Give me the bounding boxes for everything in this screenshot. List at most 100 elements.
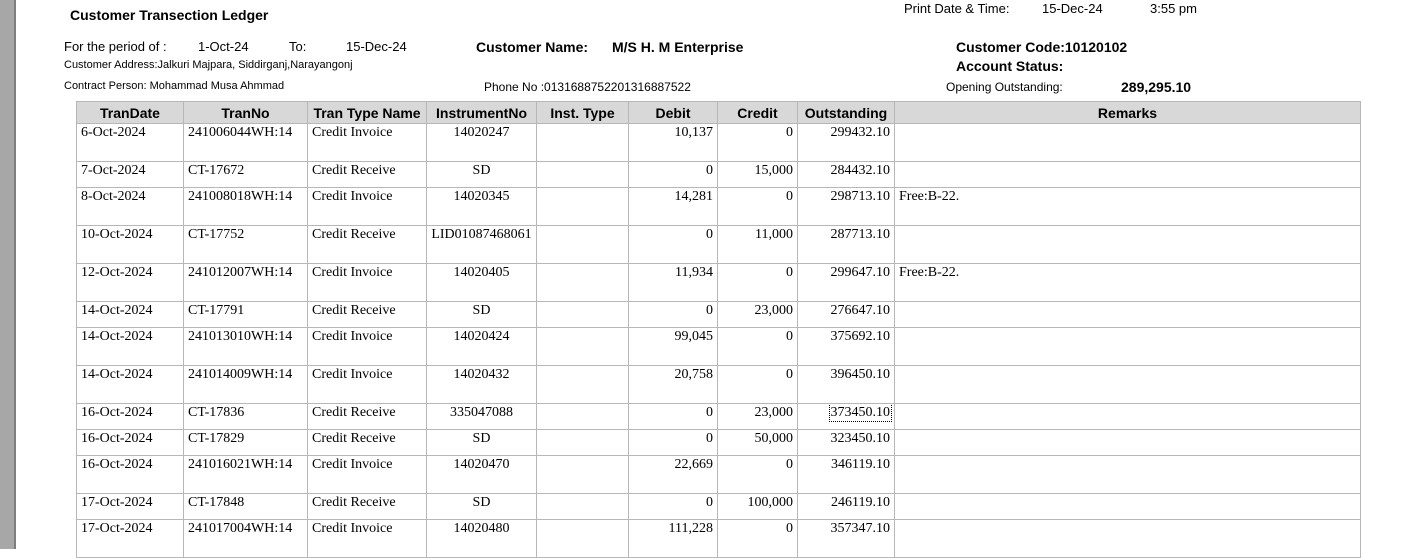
cell-tran-type: Credit Receive (307, 225, 427, 264)
cell-debit-text: 99,045 (674, 329, 714, 344)
cell-instrument-no: 14020470 (426, 455, 537, 494)
cell-trandate-text: 10-Oct-2024 (81, 227, 153, 242)
cell-instrument-no: 14020247 (426, 123, 537, 162)
cell-outstanding-text: 396450.10 (830, 367, 891, 382)
header-inst-type: Inst. Type (536, 101, 629, 124)
cell-remarks (894, 301, 1361, 328)
table-row: 16-Oct-2024 CT-17836 Credit Receive 3350470… (76, 403, 1361, 430)
cell-outstanding-text: 373450.10 (828, 404, 892, 422)
table-row: 8-Oct-2024 241008018WH:14 Credit Invoice 14… (76, 187, 1361, 226)
cell-credit-text: 23,000 (754, 405, 794, 420)
account-status: Account Status: (956, 58, 1064, 74)
cell-outstanding: 276647.10 (797, 301, 895, 328)
cell-debit: 0 (628, 429, 718, 456)
cell-trandate: 7-Oct-2024 (76, 161, 184, 188)
cell-tranno-text: CT-17836 (188, 405, 245, 420)
opening-outstanding-label: Opening Outstanding: (946, 80, 1063, 94)
cell-outstanding: 323450.10 (797, 429, 895, 456)
cell-credit: 0 (717, 365, 798, 404)
cell-instrument-no-text: 14020424 (453, 329, 510, 344)
cell-tranno-text: CT-17848 (188, 495, 245, 510)
cell-trandate: 14-Oct-2024 (76, 365, 184, 404)
cell-instrument-no-text: SD (472, 495, 491, 510)
period-from: 1-Oct-24 (198, 39, 249, 54)
cell-instrument-no-text: SD (472, 163, 491, 178)
cell-debit-text: 20,758 (674, 367, 714, 382)
cell-tranno: CT-17829 (183, 429, 308, 456)
cell-tran-type: Credit Invoice (307, 455, 427, 494)
cell-remarks: Free:B-22. (894, 187, 1361, 226)
cell-tranno: 241013010WH:14 (183, 327, 308, 366)
cell-inst-type (536, 327, 629, 366)
cell-trandate-text: 8-Oct-2024 (81, 189, 146, 204)
cell-inst-type (536, 225, 629, 264)
cell-instrument-no: LID01087468061 (426, 225, 537, 264)
cell-credit: 0 (717, 455, 798, 494)
cell-instrument-no: 14020480 (426, 519, 537, 558)
header-tranno: TranNo (183, 101, 308, 124)
cell-credit-text: 0 (786, 189, 793, 204)
cell-instrument-no-text: 14020247 (453, 125, 510, 140)
cell-remarks (894, 327, 1361, 366)
cell-trandate-text: 14-Oct-2024 (81, 303, 153, 318)
cell-instrument-no: SD (426, 429, 537, 456)
cell-trandate: 12-Oct-2024 (76, 263, 184, 302)
cell-debit: 10,137 (628, 123, 718, 162)
cell-tranno: 241006044WH:14 (183, 123, 308, 162)
cell-debit-text: 0 (706, 163, 713, 178)
cell-tran-type: Credit Receive (307, 493, 427, 520)
cell-tran-type: Credit Invoice (307, 365, 427, 404)
header-tran-type-name: Tran Type Name (307, 101, 427, 124)
cell-credit-text: 23,000 (754, 303, 794, 318)
cell-trandate-text: 14-Oct-2024 (81, 329, 153, 344)
table-row: 16-Oct-2024 CT-17829 Credit Receive SD 0 50,0… (76, 429, 1361, 456)
cell-inst-type (536, 263, 629, 302)
cell-tranno: 241012007WH:14 (183, 263, 308, 302)
cell-outstanding-text: 357347.10 (830, 521, 891, 536)
cell-tranno: 241014009WH:14 (183, 365, 308, 404)
cell-tranno-text: 241008018WH:14 (188, 189, 293, 204)
contact-person: Contract Person: Mohammad Musa Ahmmad (64, 80, 285, 92)
cell-credit: 50,000 (717, 429, 798, 456)
customer-address: Customer Address:Jalkuri Majpara, Siddir… (64, 59, 353, 71)
table-row: 16-Oct-2024 241016021WH:14 Credit Invoice 1… (76, 455, 1361, 494)
cell-outstanding-text: 298713.10 (830, 189, 891, 204)
cell-credit-text: 0 (786, 329, 793, 344)
cell-debit-text: 14,281 (674, 189, 714, 204)
cell-credit: 0 (717, 187, 798, 226)
cell-tran-type-text: Credit Invoice (312, 457, 393, 472)
cell-tranno-text: 241012007WH:14 (188, 265, 293, 280)
cell-instrument-no-text: 14020432 (453, 367, 510, 382)
period-to: 15-Dec-24 (346, 39, 407, 54)
cell-outstanding-text: 299432.10 (830, 125, 891, 140)
cell-outstanding: 287713.10 (797, 225, 895, 264)
print-time: 3:55 pm (1150, 1, 1197, 16)
cell-inst-type (536, 301, 629, 328)
cell-debit-text: 10,137 (674, 125, 714, 140)
cell-credit: 0 (717, 123, 798, 162)
cell-tran-type-text: Credit Receive (312, 405, 396, 420)
cell-remarks (894, 429, 1361, 456)
cell-debit: 0 (628, 301, 718, 328)
cell-tranno-text: 241013010WH:14 (188, 329, 293, 344)
cell-tran-type-text: Credit Receive (312, 163, 396, 178)
cell-tranno: 241016021WH:14 (183, 455, 308, 494)
cell-debit: 11,934 (628, 263, 718, 302)
header-trandate: TranDate (76, 101, 184, 124)
table-header-row: TranDate TranNo Tran Type Name Instrumen… (76, 101, 1361, 124)
cell-tran-type: Credit Invoice (307, 187, 427, 226)
cell-instrument-no: 14020345 (426, 187, 537, 226)
cell-outstanding-text: 299647.10 (830, 265, 891, 280)
cell-inst-type (536, 123, 629, 162)
cell-trandate: 10-Oct-2024 (76, 225, 184, 264)
cell-credit: 15,000 (717, 161, 798, 188)
cell-outstanding-text: 246119.10 (831, 495, 890, 510)
cell-credit-text: 15,000 (754, 163, 794, 178)
cell-outstanding: 299432.10 (797, 123, 895, 162)
cell-inst-type (536, 519, 629, 558)
cell-credit-text: 0 (786, 367, 793, 382)
cell-debit: 0 (628, 225, 718, 264)
cell-credit-text: 0 (786, 457, 793, 472)
table-row: 17-Oct-2024 241017004WH:14 Credit Invoice 1… (76, 519, 1361, 558)
cell-credit-text: 11,000 (755, 227, 793, 242)
